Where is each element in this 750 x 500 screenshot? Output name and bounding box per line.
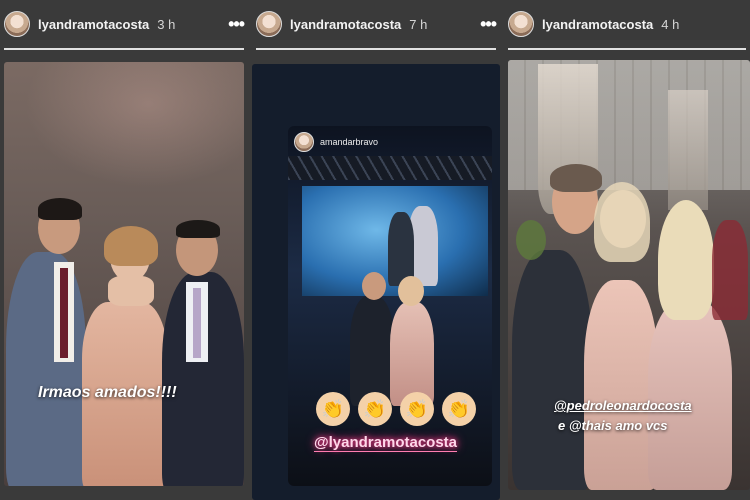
timestamp: 3 h [157, 16, 176, 32]
reposted-story-card[interactable]: amandarbravo 👏 👏 👏 👏 @lyandramotacosta [288, 126, 492, 486]
more-dots-icon[interactable]: ••• [228, 14, 245, 35]
person-right-head [658, 200, 714, 320]
progress-bar [508, 48, 746, 50]
caption-line-2: e @thais amo vcs [558, 418, 668, 433]
more-dots-icon[interactable]: ••• [480, 14, 497, 35]
clapping-hands-icon: 👏 [316, 392, 350, 426]
person-center [584, 280, 658, 490]
story-panel-3[interactable]: lyandramotacosta 4 h ••• @pedroleonardo [504, 0, 750, 500]
repost-username[interactable]: amandarbravo [320, 137, 378, 147]
caption-line-1[interactable]: @pedroleonardocosta [554, 398, 692, 413]
clapping-hands-icon: 👏 [358, 392, 392, 426]
avatar[interactable] [508, 11, 534, 37]
story-header: lyandramotacosta 4 h ••• [508, 6, 746, 42]
story-photo: @pedroleonardocosta e @thais amo vcs [508, 60, 750, 490]
person-right [648, 300, 732, 490]
progress-bar [4, 48, 244, 50]
performer-man-head [362, 272, 386, 300]
username[interactable]: lyandramotacosta [290, 17, 401, 32]
performer-woman-head [398, 276, 424, 306]
avatar[interactable] [4, 11, 30, 37]
story-photo: Irmaos amados!!!! [4, 62, 244, 486]
username[interactable]: lyandramotacosta [38, 17, 149, 32]
clapping-hands-icon: 👏 [442, 392, 476, 426]
stage-truss [288, 156, 492, 180]
stories-collage: lyandramotacosta 3 h ••• Irmaos amados!!… [0, 0, 750, 500]
progress-bar [256, 48, 496, 50]
username[interactable]: lyandramotacosta [542, 17, 653, 32]
performer-man [350, 296, 394, 406]
repost-header: amandarbravo [294, 132, 378, 152]
mention-sticker[interactable]: @lyandramotacosta [314, 434, 458, 452]
story-header: lyandramotacosta 7 h ••• [256, 6, 497, 42]
story-header: lyandramotacosta 3 h ••• [4, 6, 245, 42]
story-caption: Irmaos amados!!!! [38, 384, 177, 401]
person-left [6, 252, 86, 486]
person-man [512, 250, 592, 490]
clapping-hands-icon: 👏 [400, 392, 434, 426]
timestamp: 7 h [409, 16, 428, 32]
timestamp: 4 h [661, 16, 680, 32]
avatar[interactable] [256, 11, 282, 37]
story-panel-2[interactable]: lyandramotacosta 7 h ••• amandarbravo 👏 [252, 0, 500, 500]
performer-woman [390, 302, 434, 406]
story-panel-1[interactable]: lyandramotacosta 3 h ••• Irmaos amados!!… [0, 0, 248, 500]
repost-avatar[interactable] [294, 132, 314, 152]
